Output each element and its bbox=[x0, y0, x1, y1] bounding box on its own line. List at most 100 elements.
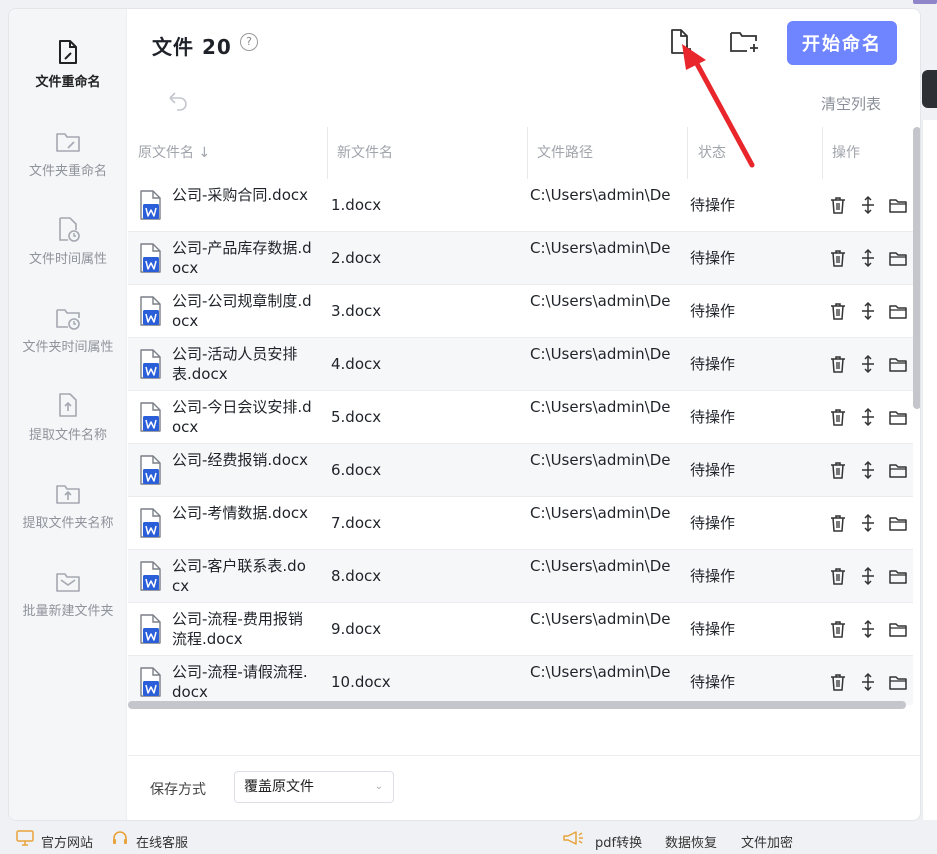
trash-icon[interactable] bbox=[828, 407, 848, 427]
sidebar-item-file-time[interactable]: 文件时间属性 bbox=[9, 214, 127, 294]
trash-icon[interactable] bbox=[828, 619, 848, 639]
new-filename: 10.docx bbox=[331, 673, 391, 691]
word-file-icon bbox=[140, 561, 161, 591]
file-path: C:\Users\admin\Desktop\测试文件\... bbox=[530, 186, 670, 204]
divider bbox=[128, 755, 920, 756]
sidebar-item-file-rename[interactable]: 文件重命名 bbox=[9, 37, 127, 117]
move-icon[interactable] bbox=[858, 407, 878, 427]
table-row[interactable]: 公司-经费报销.docx 6.docx C:\Users\admin\Desktop… bbox=[128, 444, 913, 497]
folder-icon[interactable] bbox=[888, 513, 908, 533]
pdf-convert-link[interactable]: pdf转换 bbox=[595, 832, 642, 851]
new-filename: 5.docx bbox=[331, 408, 382, 426]
trash-icon[interactable] bbox=[828, 248, 848, 268]
file-path: C:\Users\admin\Desktop\测试文件\... bbox=[530, 663, 670, 681]
status-text: 待操作 bbox=[690, 620, 736, 638]
file-path: C:\Users\admin\Desktop\测试文件\... bbox=[530, 292, 670, 310]
chevron-down-icon: ⌄ bbox=[374, 781, 383, 792]
table-row[interactable]: 公司-客户联系表.docx 8.docx C:\Users\admin\Deskto… bbox=[128, 550, 913, 603]
bottom-bar: 官方网站 在线客服 pdf转换 数据恢复 文件加密 bbox=[0, 822, 937, 854]
original-filename: 公司-考情数据.docx bbox=[172, 504, 309, 522]
move-icon[interactable] bbox=[858, 566, 878, 586]
move-icon[interactable] bbox=[858, 619, 878, 639]
col-original-name[interactable]: 原文件名 ↓ bbox=[128, 127, 210, 179]
word-file-icon bbox=[140, 190, 161, 220]
table-row[interactable]: 公司-今日会议安排.docx 5.docx C:\Users\admin\Deskt… bbox=[128, 391, 913, 444]
trash-icon[interactable] bbox=[828, 301, 848, 321]
status-text: 待操作 bbox=[690, 461, 736, 479]
status-text: 待操作 bbox=[690, 355, 736, 373]
sidebar-item-label: 批量新建文件夹 bbox=[22, 604, 114, 619]
original-filename: 公司-产品库存数据.docx bbox=[172, 239, 312, 277]
save-mode-label: 保存方式 bbox=[150, 782, 206, 798]
help-icon[interactable]: ? bbox=[240, 33, 258, 51]
side-tab[interactable] bbox=[922, 70, 937, 108]
clear-list-button[interactable]: 清空列表 bbox=[821, 93, 881, 114]
trash-icon[interactable] bbox=[828, 460, 848, 480]
original-filename: 公司-流程-请假流程.docx bbox=[172, 663, 308, 701]
file-path: C:\Users\admin\Desktop\测试文件\... bbox=[530, 504, 670, 522]
sidebar-item-folder-rename[interactable]: 文件夹重命名 bbox=[9, 126, 127, 206]
table-row[interactable]: 公司-流程-费用报销流程.docx 9.docx C:\Users\admin\De… bbox=[128, 603, 913, 656]
start-rename-button[interactable]: 开始命名 bbox=[787, 21, 897, 65]
table-row[interactable]: 公司-公司规章制度.docx 3.docx C:\Users\admin\Deskt… bbox=[128, 285, 913, 338]
trash-icon[interactable] bbox=[828, 513, 848, 533]
folder-icon[interactable] bbox=[888, 407, 908, 427]
folder-upload-icon bbox=[56, 485, 80, 504]
save-mode-value: 覆盖原文件 bbox=[244, 779, 314, 795]
file-path: C:\Users\admin\Desktop\测试文件\... bbox=[530, 610, 670, 628]
file-path: C:\Users\admin\Desktop\测试文件\... bbox=[530, 557, 670, 575]
new-filename: 7.docx bbox=[331, 514, 382, 532]
table-row[interactable]: 公司-考情数据.docx 7.docx C:\Users\admin\Desktop… bbox=[128, 497, 913, 550]
word-file-icon bbox=[140, 614, 161, 644]
file-path: C:\Users\admin\Desktop\测试文件\... bbox=[530, 345, 670, 363]
sidebar-item-batch-new-folder[interactable]: 批量新建文件夹 bbox=[9, 566, 127, 646]
folder-edit-icon bbox=[56, 133, 80, 152]
original-filename: 公司-今日会议安排.docx bbox=[172, 398, 312, 436]
word-file-icon bbox=[140, 508, 161, 538]
move-icon[interactable] bbox=[858, 513, 878, 533]
folder-icon[interactable] bbox=[888, 619, 908, 639]
col-new-name: 新文件名 bbox=[337, 145, 393, 161]
folder-icon[interactable] bbox=[888, 672, 908, 692]
table-row[interactable]: 公司-采购合同.docx 1.docx C:\Users\admin\Desktop… bbox=[128, 179, 913, 232]
main-panel: 文件 20 ? 开始命名 清空列表 原文件名 ↓ 新文件名 文件路径 状态 操作 bbox=[128, 9, 920, 820]
trash-icon[interactable] bbox=[828, 566, 848, 586]
trash-icon[interactable] bbox=[828, 195, 848, 215]
move-icon[interactable] bbox=[858, 301, 878, 321]
file-path: C:\Users\admin\Desktop\测试文件\... bbox=[530, 398, 670, 416]
online-service-link[interactable]: 在线客服 bbox=[136, 832, 188, 851]
table-row[interactable]: 公司-产品库存数据.docx 2.docx C:\Users\admin\Deskt… bbox=[128, 232, 913, 285]
new-filename: 8.docx bbox=[331, 567, 382, 585]
undo-button[interactable] bbox=[166, 89, 190, 113]
move-icon[interactable] bbox=[858, 248, 878, 268]
save-mode-select[interactable]: 覆盖原文件 ⌄ bbox=[234, 771, 394, 803]
folder-icon[interactable] bbox=[888, 301, 908, 321]
word-file-icon bbox=[140, 402, 161, 432]
table-row[interactable]: 公司-流程-请假流程.docx 10.docx C:\Users\admin\Des… bbox=[128, 656, 913, 705]
sidebar-item-extract-folder-name[interactable]: 提取文件夹名称 bbox=[9, 478, 127, 558]
move-icon[interactable] bbox=[858, 195, 878, 215]
add-file-button[interactable] bbox=[664, 27, 694, 57]
move-icon[interactable] bbox=[858, 672, 878, 692]
sidebar-item-extract-file-name[interactable]: 提取文件名称 bbox=[9, 390, 127, 470]
data-recovery-link[interactable]: 数据恢复 bbox=[665, 832, 717, 851]
folder-icon[interactable] bbox=[888, 354, 908, 374]
file-encrypt-link[interactable]: 文件加密 bbox=[741, 832, 793, 851]
sidebar-item-folder-time[interactable]: 文件夹时间属性 bbox=[9, 302, 127, 382]
website-link[interactable]: 官方网站 bbox=[41, 832, 93, 851]
file-table: 原文件名 ↓ 新文件名 文件路径 状态 操作 公司-采购合同.docx 1.doc… bbox=[128, 127, 913, 705]
folder-icon[interactable] bbox=[888, 195, 908, 215]
trash-icon[interactable] bbox=[828, 354, 848, 374]
original-filename: 公司-流程-费用报销流程.docx bbox=[172, 610, 303, 648]
folder-icon[interactable] bbox=[888, 248, 908, 268]
folder-icon[interactable] bbox=[888, 460, 908, 480]
move-icon[interactable] bbox=[858, 460, 878, 480]
folder-icon[interactable] bbox=[888, 566, 908, 586]
horizontal-scrollbar[interactable] bbox=[128, 701, 906, 709]
trash-icon[interactable] bbox=[828, 672, 848, 692]
move-icon[interactable] bbox=[858, 354, 878, 374]
add-folder-button[interactable] bbox=[728, 27, 760, 57]
vertical-scrollbar[interactable] bbox=[913, 127, 920, 409]
table-row[interactable]: 公司-活动人员安排表.docx 4.docx C:\Users\admin\Desk… bbox=[128, 338, 913, 391]
megaphone-icon bbox=[563, 831, 583, 845]
